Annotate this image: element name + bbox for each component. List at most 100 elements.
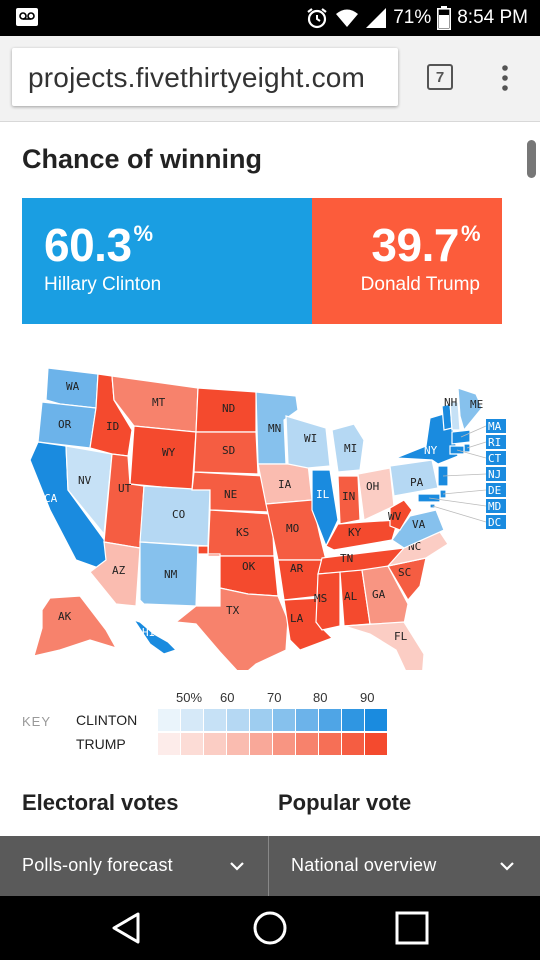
key-swatch [342, 709, 365, 731]
state-label: NM [164, 568, 178, 581]
battery-icon [437, 6, 452, 30]
trump-chance-value: 39.7% [371, 219, 480, 271]
popular-vote-heading: Popular vote [278, 790, 412, 815]
chance-of-winning-bar: 60.3% Hillary Clinton 39.7% Donald Trump [22, 198, 502, 324]
page-content: Chance of winning 60.3% Hillary Clinton … [0, 122, 540, 836]
key-trump-scale [158, 733, 388, 755]
state-label: KS [236, 526, 249, 539]
chevron-down-icon [500, 862, 514, 871]
forecast-type-dropdown[interactable]: Polls-only forecast [0, 836, 269, 896]
key-swatch [273, 733, 296, 755]
signal-icon [366, 8, 387, 28]
state-label: AZ [112, 564, 126, 577]
key-swatch [342, 733, 365, 755]
state-label: TN [340, 552, 353, 565]
state-label: WY [162, 446, 176, 459]
key-swatch [181, 709, 204, 731]
us-map-svg[interactable]: WA OR CA NV ID MT WY UT AZ CO NM ND SD NE KS OK TX MN IA MO… [20, 360, 510, 670]
key-tick: 60 [220, 690, 235, 705]
state-label: ID [106, 420, 119, 433]
state-label: SD [222, 444, 235, 457]
state-label: MS [314, 592, 327, 605]
state-label: FL [394, 630, 408, 643]
key-swatch [158, 733, 181, 755]
state-label: NE [224, 488, 237, 501]
state-label: ND [222, 402, 235, 415]
state-label: CA [44, 492, 58, 505]
voicemail-icon [16, 8, 38, 26]
tab-switcher-button[interactable]: 7 [427, 64, 453, 90]
key-ticks: 50% 60 70 80 90 [158, 690, 418, 706]
status-bar: 71% 8:54 PM [0, 0, 540, 36]
trump-chance-panel: 39.7% Donald Trump [312, 198, 502, 324]
key-label: KEY [22, 714, 52, 729]
chevron-down-icon [230, 862, 244, 871]
key-clinton-label: CLINTON [76, 712, 138, 728]
clinton-chance-value: 60.3% [44, 219, 153, 271]
state-label: MA [488, 420, 502, 433]
us-forecast-map[interactable]: WA OR CA NV ID MT WY UT AZ CO NM ND SD NE KS OK TX MN IA MO… [20, 360, 510, 670]
key-swatch [250, 709, 273, 731]
state-label: KY [348, 526, 362, 539]
color-key: 50% 60 70 80 90 KEY CLINTON TRUMP [22, 686, 422, 766]
view-label: National overview [291, 855, 437, 875]
key-tick: 90 [360, 690, 375, 705]
address-bar[interactable]: projects.fivethirtyeight.com [12, 48, 398, 106]
state-label: WV [388, 510, 402, 523]
key-swatch [250, 733, 273, 755]
state-label: NV [78, 474, 92, 487]
key-clinton-scale [158, 709, 388, 731]
bottom-dropdown-bar: Polls-only forecast National overview [0, 836, 540, 896]
state-fl[interactable] [343, 621, 425, 670]
home-icon[interactable] [250, 908, 290, 948]
state-label: VA [412, 518, 426, 531]
electoral-votes-heading: Electoral votes [22, 790, 179, 815]
chance-of-winning-title: Chance of winning [22, 144, 262, 174]
key-swatch [296, 733, 319, 755]
key-swatch [204, 733, 227, 755]
key-tick: 70 [267, 690, 282, 705]
state-ak[interactable] [33, 595, 118, 657]
state-label: SC [398, 566, 411, 579]
state-ky[interactable] [325, 519, 399, 551]
state-label: UT [118, 482, 132, 495]
state-label: NH [444, 396, 457, 409]
state-label: NJ [488, 468, 501, 481]
wifi-icon [336, 9, 359, 27]
recents-icon[interactable] [392, 908, 432, 948]
trump-name: Donald Trump [360, 274, 480, 295]
state-label: MT [152, 396, 166, 409]
state-label: TX [226, 604, 240, 617]
state-label: CT [488, 452, 502, 465]
state-label: WA [66, 380, 80, 393]
state-label: HI [142, 626, 155, 639]
state-label: VT [424, 404, 438, 417]
state-label: MI [344, 442, 357, 455]
key-tick: 80 [313, 690, 328, 705]
state-label: GA [372, 588, 386, 601]
key-trump-label: TRUMP [76, 736, 126, 752]
state-label: AK [58, 610, 72, 623]
overflow-menu-icon[interactable] [498, 64, 512, 92]
key-swatch [181, 733, 204, 755]
scrollbar-thumb[interactable] [527, 140, 536, 178]
state-label: LA [290, 612, 304, 625]
view-dropdown[interactable]: National overview [269, 836, 540, 896]
url-text: projects.fivethirtyeight.com [28, 62, 366, 93]
state-label: IN [342, 490, 355, 503]
state-label: RI [488, 436, 501, 449]
state-label: DE [488, 484, 501, 497]
clock-time: 8:54 PM [457, 7, 528, 28]
key-swatch [204, 709, 227, 731]
state-label: AL [344, 590, 358, 603]
key-swatch [227, 709, 250, 731]
key-swatch [296, 709, 319, 731]
back-icon[interactable] [106, 908, 146, 948]
state-label: MO [286, 522, 299, 535]
state-label: WI [304, 432, 317, 445]
state-label: IA [278, 478, 292, 491]
state-label: IL [316, 488, 330, 501]
callout-line [442, 489, 487, 495]
state-label: OR [58, 418, 72, 431]
state-label: OH [366, 480, 379, 493]
